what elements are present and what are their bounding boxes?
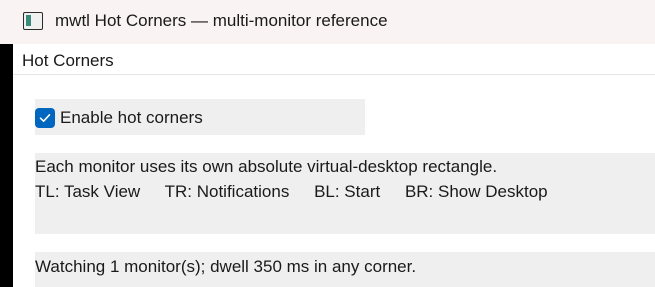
corner-bottom-right: BR: Show Desktop — [404, 182, 548, 201]
corner-bottom-left: BL: Start — [314, 182, 381, 201]
status-text: Watching 1 monitor(s); dwell 350 ms in a… — [35, 257, 417, 276]
corner-top-right: TR: Notifications — [164, 182, 290, 201]
corner-top-left: TL: Task View — [35, 182, 141, 201]
checkmark-icon — [39, 114, 51, 122]
section-header-label: Hot Corners — [22, 51, 114, 70]
enable-hot-corners-checkbox[interactable] — [35, 108, 55, 128]
app-window: mwtl Hot Corners — multi-monitor referen… — [0, 0, 655, 287]
status-panel: Watching 1 monitor(s); dwell 350 ms in a… — [35, 252, 655, 287]
corner-mapping: TL: Task View TR: Notifications BL: Star… — [35, 182, 568, 202]
info-panel: Each monitor uses its own absolute virtu… — [35, 153, 655, 234]
main-content: Hot Corners Enable hot corners Each moni… — [13, 44, 655, 287]
left-edge-strip — [0, 44, 13, 287]
window-title: mwtl Hot Corners — multi-monitor referen… — [55, 11, 388, 30]
app-window-icon — [23, 12, 43, 30]
title-bar[interactable]: mwtl Hot Corners — multi-monitor referen… — [0, 0, 655, 44]
info-description: Each monitor uses its own absolute virtu… — [35, 157, 498, 176]
enable-hot-corners-label[interactable]: Enable hot corners — [60, 108, 203, 128]
section-header: Hot Corners — [13, 44, 655, 75]
enable-hot-corners-row[interactable]: Enable hot corners — [35, 99, 365, 135]
